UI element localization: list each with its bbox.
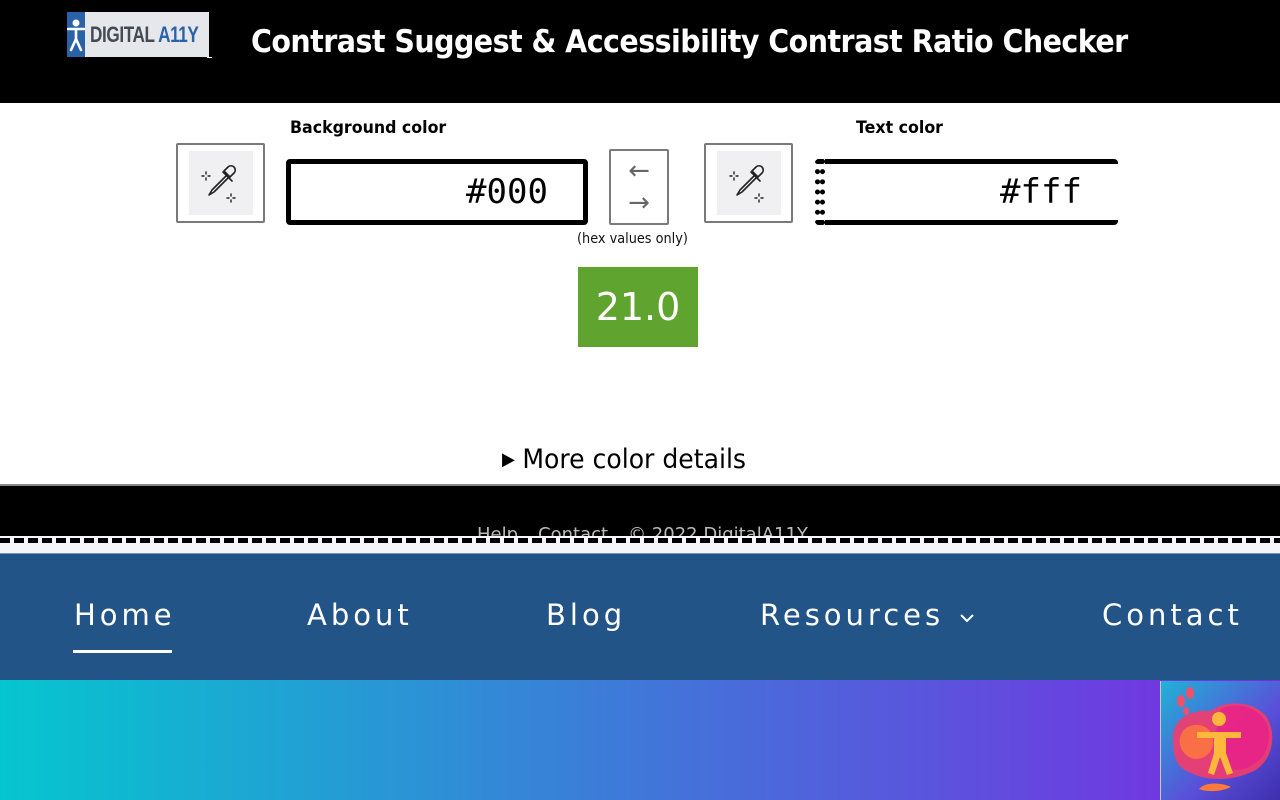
eyedropper-icon [200,164,236,203]
text-color-label: Text color [856,118,943,138]
accessibility-person-icon [1172,687,1273,792]
hex-values-hint: (hex values only) [577,231,688,247]
accessibility-widget-button[interactable] [1160,681,1280,800]
nav-item-home[interactable]: Home [74,598,176,632]
iframe-border [0,536,1280,553]
nav-item-contact[interactable]: Contact [1102,598,1243,632]
nav-item-resources-label: Resources [760,598,945,632]
page-title: Contrast Suggest & Accessibility Contras… [251,24,1128,60]
hero-banner [0,680,1280,800]
text-color-swatch [815,159,825,225]
disclosure-triangle-icon: ▶ [502,449,515,470]
more-color-details-toggle[interactable]: ▶ More color details [502,444,746,475]
nav-item-blog[interactable]: Blog [546,598,626,632]
contrast-ratio-badge: 21.0 [578,267,698,347]
nav-item-about[interactable]: About [307,598,413,632]
accessibility-person-icon [67,12,85,57]
digital-a11y-logo[interactable]: DIGITAL A11Y [67,12,209,57]
logo-text-main: DIGITAL [90,21,155,47]
logo-text-accent: A11Y [158,21,199,47]
swap-colors-button[interactable]: ← → [609,149,669,225]
arrow-left-icon: ← [628,156,650,186]
eyedropper-icon [728,164,764,203]
background-color-field [286,159,588,225]
main-navigation: Home About Blog Resources Contact [0,553,1280,680]
background-eyedropper-button[interactable] [176,143,265,223]
arrow-right-icon: → [628,188,650,218]
tool-footer: Help Contact © 2022 DigitalA11Y [0,484,1280,538]
dashed-divider [0,538,1280,543]
site-header: DIGITAL A11Y Contrast Suggest & Accessib… [0,0,1280,103]
more-color-details-label: More color details [522,444,747,475]
logo-link-underline [207,57,212,58]
text-hex-input[interactable] [825,159,1118,225]
text-eyedropper-button[interactable] [704,143,793,223]
nav-active-indicator [73,650,172,653]
background-color-label: Background color [290,118,447,138]
background-hex-input[interactable] [291,164,583,220]
nav-item-resources[interactable]: Resources [760,598,975,632]
chevron-down-icon [959,607,975,628]
text-color-field [815,159,1118,225]
